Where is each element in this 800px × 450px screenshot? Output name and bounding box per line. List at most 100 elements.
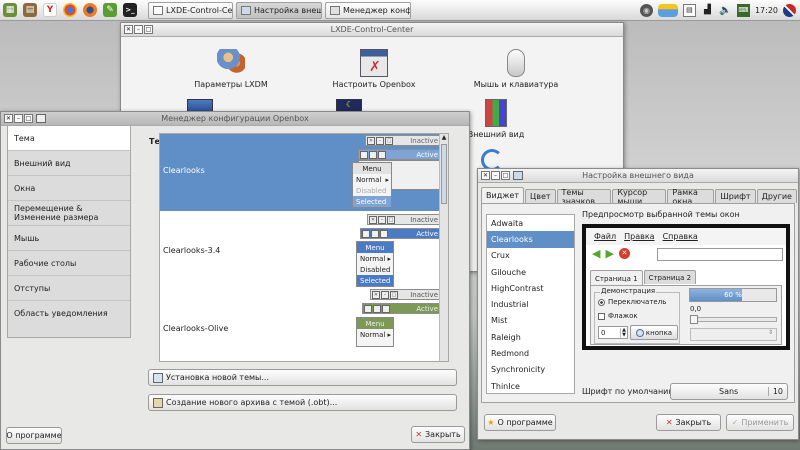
about-button[interactable]: О программе: [6, 427, 62, 444]
theme-item[interactable]: Raleigh: [487, 329, 574, 345]
minimize-icon: –: [376, 136, 384, 145]
cc-item-label: Мышь и клавиатура: [473, 80, 559, 89]
task-button-openbox[interactable]: Менеджер конф...: [325, 1, 411, 19]
install-theme-button[interactable]: Установка новой темы...: [148, 369, 457, 386]
about-icon: ★: [487, 418, 495, 427]
close-icon: ✕: [372, 290, 380, 299]
clipboard-icon[interactable]: ▤: [682, 3, 696, 17]
preview-menu: Menu Normal ▸ Disabled Selected: [352, 162, 392, 208]
theme-row[interactable]: Clearlooks-Olive ✕ – □ Inactive ✕ – □ Active M…: [160, 287, 448, 361]
maximize-button[interactable]: □: [24, 114, 33, 123]
disk-icon[interactable]: ◉: [639, 3, 653, 17]
firefox-icon[interactable]: [83, 3, 97, 17]
language-flag-icon[interactable]: [783, 3, 796, 17]
close-button[interactable]: ✕: [4, 114, 13, 123]
spin-arrows-icon: ▲ ▼: [620, 326, 626, 338]
preview-inactive-bar: ✕ – □ Inactive: [370, 289, 442, 300]
openbox-config-window: ✕ – □ Менеджер конфигурации Openbox Тема…: [0, 111, 470, 450]
theme-row[interactable]: Clearlooks-3.4 ✕ – □ Inactive ✕ – □ Active Men…: [160, 212, 448, 287]
apply-icon: ✓: [731, 418, 739, 427]
sidebar-item-appearance[interactable]: Внешний вид: [8, 151, 130, 176]
theme-item[interactable]: Industrial: [487, 296, 574, 312]
preview-active-bar: ✕ – □ Active: [358, 149, 442, 160]
sidebar-item-notification-area[interactable]: Область уведомления: [8, 301, 130, 326]
mouse-icon: [507, 49, 525, 77]
volume-icon[interactable]: 🔈: [719, 4, 732, 17]
minimize-icon: –: [371, 229, 379, 238]
theme-item[interactable]: Adwaita: [487, 215, 574, 231]
users-icon: [217, 49, 245, 77]
theme-list: Clearlooks ✕ – □ Inactive ✕ – □ Active Menu No…: [159, 133, 449, 362]
menu-file: Файл: [594, 232, 617, 241]
create-archive-button[interactable]: Создание нового архива с темой (.obt)...: [148, 394, 457, 411]
theme-list-scrollbar[interactable]: ▲: [439, 134, 448, 361]
menu-icon[interactable]: ▦: [3, 3, 17, 17]
theme-item[interactable]: ThinIce: [487, 378, 574, 394]
scroll-thumb[interactable]: [441, 144, 447, 204]
maximize-icon: □: [378, 150, 386, 159]
theme-item[interactable]: Redmond: [487, 345, 574, 361]
cc-item-label: Настроить Openbox: [332, 80, 416, 89]
font-button[interactable]: Sans 10: [670, 383, 788, 400]
task-button-control-center[interactable]: LXDE-Control-Ce...: [148, 1, 233, 19]
openbox-icon: [330, 5, 340, 15]
maximize-button[interactable]: □: [501, 171, 510, 180]
minimize-button[interactable]: –: [491, 171, 500, 180]
sidebar-item-move-resize[interactable]: Перемещение & Изменение размера: [8, 201, 130, 226]
theme-item[interactable]: Gilouche: [487, 264, 574, 280]
theme-item[interactable]: Mist: [487, 313, 574, 329]
lxde-icon[interactable]: ✎: [103, 3, 117, 17]
theme-row[interactable]: Clearlooks ✕ – □ Inactive ✕ – □ Active Menu No…: [160, 134, 448, 211]
task-label: Менеджер конф...: [343, 5, 410, 15]
yandex-icon[interactable]: Y: [43, 3, 57, 17]
sidebar-item-margins[interactable]: Отступы: [8, 276, 130, 301]
font-label: Шрифт по умолчанию:: [582, 387, 678, 396]
close-button[interactable]: ✕: [124, 25, 133, 34]
tab-color[interactable]: Цвет: [525, 189, 556, 203]
tab-cursor[interactable]: Курсор мыши: [612, 188, 667, 206]
task-label: Настройка внеш...: [254, 5, 321, 15]
preview-tabs: Страница 1 Страница 2: [590, 270, 697, 286]
minimize-button[interactable]: –: [14, 114, 23, 123]
appearance-icon: [241, 5, 251, 15]
sidebar-item-theme[interactable]: Тема: [8, 126, 130, 151]
progress-bar: 60 %: [689, 288, 777, 302]
sidebar-item-windows[interactable]: Окна: [8, 176, 130, 201]
system-tray: ◉ ▤ ▟ 🔈 ⌨ 17:20: [639, 3, 800, 17]
scroll-up-arrow[interactable]: ▲: [440, 134, 448, 141]
about-button[interactable]: ★ О программе: [484, 414, 556, 431]
network-icon[interactable]: ▟: [701, 4, 714, 17]
theme-item[interactable]: Clearlooks: [487, 231, 574, 248]
minimize-button[interactable]: –: [134, 25, 143, 34]
theme-item[interactable]: HighContrast: [487, 280, 574, 296]
weather-icon[interactable]: [657, 3, 678, 17]
theme-name: Clearlooks-Olive: [163, 324, 229, 333]
tab-icon-themes[interactable]: Темы значков: [556, 188, 612, 206]
cc-item-mouse[interactable]: Мышь и клавиатура: [456, 49, 576, 89]
cc-item-openbox[interactable]: ✗ Настроить Openbox: [314, 49, 434, 89]
close-button[interactable]: ✕ Закрыть: [656, 414, 721, 431]
tab-window-border[interactable]: Рамка окна: [667, 188, 715, 206]
theme-item[interactable]: Crux: [487, 248, 574, 264]
task-button-appearance[interactable]: Настройка внеш...: [236, 1, 322, 19]
keyboard-icon[interactable]: ⌨: [736, 3, 750, 17]
file-manager-icon[interactable]: ▤: [23, 3, 37, 17]
cc-item-lxdm[interactable]: Параметры LXDM: [171, 49, 291, 89]
clock[interactable]: 17:20: [755, 6, 778, 15]
maximize-button[interactable]: □: [144, 25, 153, 34]
preview-label: Предпросмотр выбранной темы окон: [582, 210, 740, 219]
theme-item[interactable]: Synchronicity: [487, 362, 574, 378]
tab-font[interactable]: Шрифт: [715, 189, 756, 203]
chrome-icon[interactable]: [63, 3, 77, 17]
appearance-window: ✕ – □ Настройка внешнего вида Виджет Цве…: [477, 168, 799, 440]
close-button[interactable]: ✕ Закрыть: [411, 426, 465, 443]
tab-widget[interactable]: Виджет: [481, 187, 525, 203]
apply-button[interactable]: ✓ Применить: [726, 414, 794, 431]
terminal-icon[interactable]: >_: [123, 3, 137, 17]
close-button[interactable]: ✕: [481, 171, 490, 180]
openbox-icon: ✗: [360, 49, 388, 77]
tab-other[interactable]: Другие: [756, 189, 797, 203]
maximize-icon: □: [387, 215, 395, 224]
sidebar-item-desktops[interactable]: Рабочие столы: [8, 251, 130, 276]
sidebar-item-mouse[interactable]: Мышь: [8, 226, 130, 251]
